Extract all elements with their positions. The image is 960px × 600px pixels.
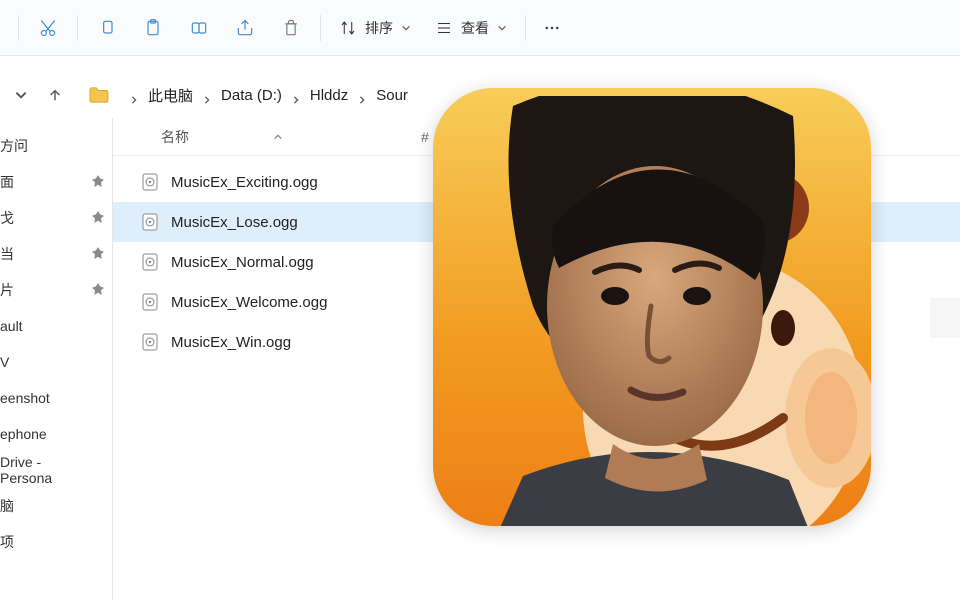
sidebar-item-label: eenshot <box>0 390 50 406</box>
chevron-down-icon <box>497 20 507 36</box>
up-button[interactable] <box>38 78 72 112</box>
sidebar-item-label: 项 <box>0 532 14 552</box>
rename-button[interactable] <box>176 0 222 56</box>
sidebar-item-label: Drive - Persona <box>0 454 92 486</box>
view-button[interactable]: 查看 <box>423 0 519 56</box>
app-icon-overlay <box>433 88 871 526</box>
sidebar-item-label: 戈 <box>0 208 14 228</box>
sidebar-item[interactable]: 项 <box>0 524 112 560</box>
sidebar-item[interactable]: 当 <box>0 236 112 272</box>
file-name: MusicEx_Normal.ogg <box>171 254 314 271</box>
main-pane: 名称 # MusicEx_Exciting.oggMusicEx_Lose.og… <box>112 118 960 600</box>
chevron-right-icon <box>358 91 366 99</box>
sidebar-item[interactable]: ephone <box>0 416 112 452</box>
sidebar-item[interactable]: 戈 <box>0 200 112 236</box>
sidebar: 方问面戈当片 ault Veenshot ephone Drive - Persona 脑… <box>0 118 112 600</box>
chevron-right-icon <box>203 91 211 99</box>
more-button[interactable] <box>532 0 572 56</box>
sidebar-item-label: 片 <box>0 280 14 300</box>
column-name-header[interactable]: 名称 <box>161 127 421 147</box>
breadcrumb[interactable]: 此电脑 Data (D:) Hlddz Sour <box>88 85 408 106</box>
sidebar-item-label: V <box>0 354 9 370</box>
chevron-down-icon <box>401 20 411 36</box>
file-name: MusicEx_Win.ogg <box>171 334 291 351</box>
sidebar-item-label: ault <box>0 318 23 334</box>
sort-button[interactable]: 排序 <box>327 0 423 56</box>
cut-button[interactable] <box>25 0 71 56</box>
sidebar-item[interactable]: 方问 <box>0 128 112 164</box>
sidebar-item-label: 当 <box>0 244 14 264</box>
person-photo <box>483 96 823 526</box>
delete-button[interactable] <box>268 0 314 56</box>
sidebar-item[interactable]: Drive - Persona <box>0 452 112 488</box>
share-button[interactable] <box>222 0 268 56</box>
file-name: MusicEx_Exciting.ogg <box>171 174 318 191</box>
sidebar-item[interactable]: 片 <box>0 272 112 308</box>
audio-file-icon <box>141 293 159 311</box>
column-name-label: 名称 <box>161 127 189 147</box>
sidebar-item-label: ephone <box>0 426 47 442</box>
audio-file-icon <box>141 333 159 351</box>
audio-file-icon <box>141 213 159 231</box>
history-dropdown[interactable] <box>4 78 38 112</box>
sidebar-item[interactable]: 面 <box>0 164 112 200</box>
toolbar: 排序 查看 <box>0 0 960 56</box>
copy-button[interactable] <box>84 0 130 56</box>
pin-icon <box>92 210 104 226</box>
chevron-right-icon <box>292 91 300 99</box>
pin-icon <box>92 246 104 262</box>
file-name: MusicEx_Welcome.ogg <box>171 294 327 311</box>
sidebar-item-label: 面 <box>0 172 14 192</box>
crumb-drive[interactable]: Data (D:) <box>221 87 282 104</box>
right-edge-strip <box>930 298 960 338</box>
sort-asc-icon <box>273 129 283 145</box>
audio-file-icon <box>141 253 159 271</box>
sidebar-item-label: 方问 <box>0 136 28 156</box>
crumb-root[interactable]: 此电脑 <box>148 85 193 106</box>
crumb-folder2[interactable]: Sour <box>376 87 408 104</box>
sidebar-item[interactable]: V <box>0 344 112 380</box>
sidebar-item[interactable]: eenshot <box>0 380 112 416</box>
paste-button[interactable] <box>130 0 176 56</box>
view-label: 查看 <box>461 18 489 38</box>
pin-icon <box>92 174 104 190</box>
pin-icon <box>92 282 104 298</box>
sidebar-item[interactable]: ault <box>0 308 112 344</box>
sidebar-item-label: 脑 <box>0 496 14 516</box>
chevron-right-icon <box>130 91 138 99</box>
sidebar-item[interactable]: 脑 <box>0 488 112 524</box>
sort-label: 排序 <box>365 18 393 38</box>
crumb-folder1[interactable]: Hlddz <box>310 87 348 104</box>
file-name: MusicEx_Lose.ogg <box>171 214 298 231</box>
folder-icon <box>88 86 110 104</box>
audio-file-icon <box>141 173 159 191</box>
